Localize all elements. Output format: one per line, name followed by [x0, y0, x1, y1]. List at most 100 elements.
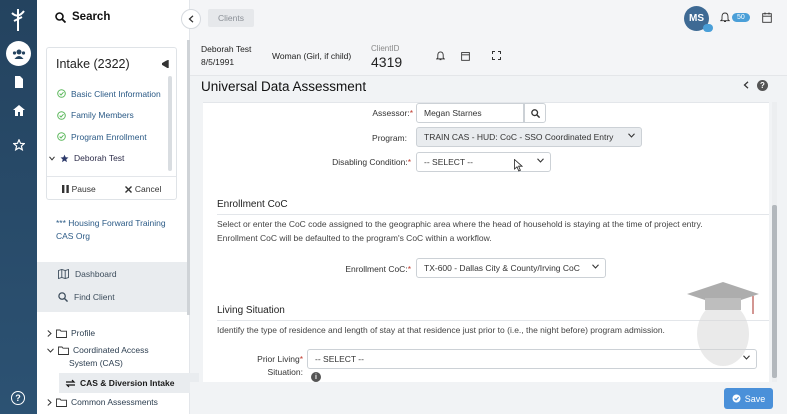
tree-item-cas[interactable]: Coordinated Access: [47, 343, 199, 357]
intake-step-basic-info[interactable]: Basic Client Information: [57, 83, 161, 105]
client-header: Deborah Test 8/5/1991 Woman (Girl, if ch…: [190, 38, 787, 76]
assessor-field[interactable]: Megan Starnes: [416, 103, 524, 123]
section-divider: [217, 214, 769, 215]
enrollment-coc-description: Select or enter the CoC code assigned to…: [217, 217, 769, 245]
search-icon: [55, 11, 66, 23]
check-circle-icon: [57, 132, 66, 142]
side-panel-scrollbar[interactable]: [187, 40, 190, 315]
pause-button[interactable]: Pause: [61, 184, 96, 194]
intake-step-program-enrollment[interactable]: Program Enrollment: [57, 126, 161, 148]
living-situation-heading: Living Situation: [217, 305, 285, 316]
disabling-condition-value: -- SELECT --: [424, 157, 473, 167]
calendar-icon[interactable]: [461, 51, 470, 61]
expand-icon[interactable]: [492, 51, 501, 60]
favorites-nav-button[interactable]: [6, 132, 31, 157]
chevron-left-icon[interactable]: [743, 81, 749, 89]
client-dob: 8/5/1991: [201, 57, 235, 67]
chevron-down-icon: [49, 156, 55, 161]
chevron-left-icon: [188, 15, 194, 23]
tree-item-common-assessments[interactable]: Common Assessments: [47, 395, 199, 409]
client-gender: Woman (Girl, if child): [272, 51, 352, 61]
disabling-condition-label: Disabling Condition:*: [332, 157, 411, 167]
documents-nav-button[interactable]: [6, 69, 31, 94]
enrollment-coc-value: TX-600 - Dallas City & County/Irving CoC: [424, 263, 580, 273]
assessor-search-button[interactable]: [524, 103, 546, 123]
client-id-label: ClientID: [371, 44, 400, 53]
tools-menu: Dashboard Find Client: [37, 262, 187, 312]
enrollment-desc-line1: Select or enter the CoC code assigned to…: [217, 219, 703, 229]
info-icon[interactable]: i: [311, 372, 321, 382]
form-scrollbar[interactable]: [772, 102, 777, 382]
calendar-icon[interactable]: [762, 12, 772, 23]
pause-icon: [61, 185, 69, 193]
intake-step-family-members[interactable]: Family Members: [57, 105, 161, 127]
intake-actions: Pause Cancel: [47, 176, 176, 194]
notifications-button[interactable]: 50: [720, 12, 750, 23]
search-icon: [58, 291, 68, 302]
chevron-right-icon: [47, 329, 52, 337]
program-label: Program:: [372, 133, 407, 143]
breadcrumb-clients[interactable]: Clients: [208, 9, 254, 27]
top-bar: Clients MS 50: [190, 0, 787, 38]
dashboard-link[interactable]: Dashboard: [37, 262, 187, 285]
home-nav-button[interactable]: [6, 98, 31, 123]
clients-nav-button[interactable]: [6, 41, 31, 66]
prior-living-situation-label: Prior Living* Situation:: [257, 354, 303, 377]
app-logo-icon: [11, 9, 25, 31]
map-icon: [58, 268, 69, 279]
close-icon: [124, 185, 132, 193]
navigation-tree: Profile Coordinated Access System (CAS) …: [47, 323, 199, 409]
save-button[interactable]: Save: [724, 388, 773, 409]
enrollment-desc-line2: Enrollment CoC will be defaulted to the …: [217, 233, 492, 243]
chevron-down-icon: [47, 347, 54, 353]
folder-open-icon: [58, 346, 69, 355]
tree-label: Coordinated Access: [73, 345, 149, 355]
disabling-condition-select[interactable]: -- SELECT --: [416, 152, 551, 172]
client-name: Deborah Test: [201, 44, 252, 54]
side-panel: Search Intake (2322) Basic Client Inform…: [37, 0, 199, 414]
check-circle-icon: [57, 89, 66, 99]
intake-scrollbar[interactable]: [168, 76, 172, 171]
program-value: TRAIN CAS - HUD: CoC - SSO Coordinated E…: [424, 132, 614, 142]
save-label: Save: [744, 393, 766, 404]
program-select[interactable]: TRAIN CAS - HUD: CoC - SSO Coordinated E…: [416, 127, 642, 147]
home-icon: [12, 105, 25, 116]
assessor-label: Assessor:*: [372, 108, 413, 118]
search-label: Search: [72, 11, 111, 23]
intake-title: Intake (2322): [56, 57, 130, 71]
chevron-down-icon: [592, 264, 599, 269]
collapse-sidebar-button[interactable]: [181, 9, 201, 29]
form-scrollbar-thumb[interactable]: [772, 205, 777, 378]
intake-step-current-client[interactable]: Deborah Test: [49, 148, 161, 170]
chevron-right-icon: [47, 398, 52, 406]
mouse-cursor-icon: [514, 159, 523, 172]
avatar-status-badge: [703, 24, 713, 32]
folder-icon: [56, 398, 67, 407]
star-icon: [60, 154, 69, 162]
star-icon: [12, 138, 25, 151]
folder-icon: [56, 329, 67, 338]
sidebar-search[interactable]: Search: [55, 11, 110, 23]
bell-icon[interactable]: [436, 51, 445, 61]
enrollment-coc-heading: Enrollment CoC: [217, 199, 288, 210]
enrollment-coc-select[interactable]: TX-600 - Dallas City & County/Irving CoC: [416, 258, 606, 278]
intake-step-label: Program Enrollment: [71, 131, 147, 142]
find-client-label: Find Client: [74, 291, 115, 302]
intake-step-label: Basic Client Information: [71, 88, 161, 99]
find-client-link[interactable]: Find Client: [37, 285, 187, 308]
footer-bar: [190, 382, 787, 414]
tree-label-continued: System (CAS): [69, 358, 123, 368]
tree-label: Profile: [71, 328, 96, 338]
pin-icon[interactable]: [162, 60, 170, 68]
client-id: 4319: [371, 54, 403, 70]
tree-item-profile[interactable]: Profile: [47, 323, 199, 343]
cancel-button[interactable]: Cancel: [124, 184, 162, 194]
chevron-down-icon: [537, 158, 544, 163]
cancel-label: Cancel: [134, 184, 162, 194]
organization-link[interactable]: *** Housing Forward Training CAS Org: [56, 217, 181, 243]
search-icon: [530, 108, 540, 118]
help-icon[interactable]: ?: [11, 391, 25, 405]
help-icon[interactable]: ?: [757, 80, 768, 91]
check-circle-icon: [57, 110, 66, 120]
tree-item-cas-diversion-intake[interactable]: CAS & Diversion Intake: [59, 373, 199, 393]
